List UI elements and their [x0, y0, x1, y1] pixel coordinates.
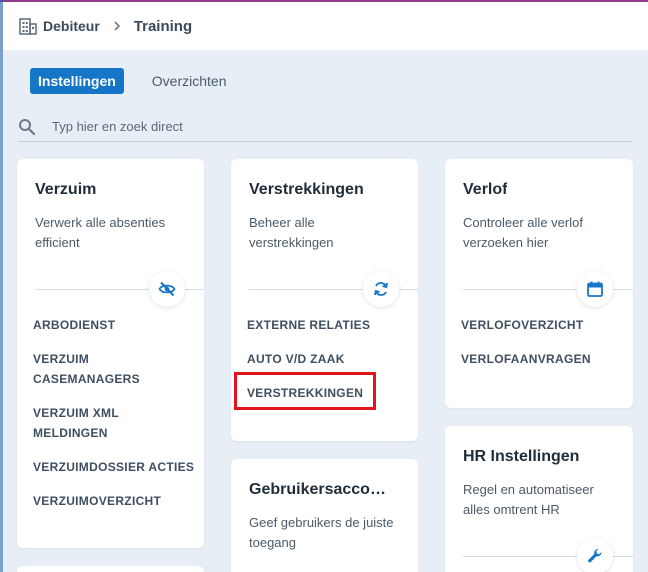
card-description: Beheer alle verstrekkingen	[249, 215, 334, 250]
card-description: Controleer alle verlof verzoeken hier	[463, 215, 583, 250]
chevron-right-icon	[112, 20, 122, 32]
card-title: Verlof	[463, 181, 508, 198]
sync-icon	[363, 271, 399, 307]
card-verzuim: Verzuim Verwerk alle absenties efficient…	[17, 159, 204, 548]
card-description: Verwerk alle absenties efficient	[35, 215, 166, 250]
card-title: HR Instellingen	[463, 448, 580, 465]
link-list: VERLOFOVERZICHT VERLOFAANVRAGEN	[461, 315, 591, 383]
card-verlof: Verlof Controleer alle verlof verzoeken …	[445, 159, 633, 408]
search-icon	[18, 118, 36, 136]
card-description: Geef gebruikers de juiste toegang	[249, 515, 394, 550]
search-bar	[18, 112, 633, 142]
search-input[interactable]	[52, 119, 552, 134]
breadcrumb-training: Training	[133, 17, 193, 35]
wrench-icon	[577, 538, 613, 572]
card-gebruikersaccounts: Gebruikersacco… Geef gebruikers de juist…	[231, 459, 418, 572]
highlight-box	[234, 372, 376, 410]
link-list: ARBODIENST VERZUIM CASEMANAGERS VERZUIM …	[33, 315, 194, 525]
link-externe-relaties[interactable]: EXTERNE RELATIES	[247, 315, 370, 335]
card-title: Verzuim	[35, 181, 97, 198]
link-verlofaanvragen[interactable]: VERLOFAANVRAGEN	[461, 349, 591, 369]
breadcrumb-debiteur[interactable]: Debiteur	[43, 18, 100, 34]
link-verzuimdossier-acties[interactable]: VERZUIMDOSSIER ACTIES	[33, 457, 194, 477]
card-description: Regel en automatiseer alles omtrent HR	[463, 482, 594, 517]
link-verzuim-casemanagers[interactable]: VERZUIM CASEMANAGERS	[33, 349, 143, 389]
link-verzuim-xml-meldingen[interactable]: VERZUIM XML MELDINGEN	[33, 403, 143, 443]
tab-bar: Instellingen Overzichten	[30, 68, 227, 94]
link-verlofoverzicht[interactable]: VERLOFOVERZICHT	[461, 315, 591, 335]
tab-instellingen[interactable]: Instellingen	[30, 68, 124, 94]
card-hr-instellingen: HR Instellingen Regel en automatiseer al…	[445, 426, 633, 572]
card-title: Verstrekkingen	[249, 181, 364, 198]
card-partial	[17, 566, 204, 572]
left-edge-strip	[0, 0, 3, 572]
breadcrumb: Debiteur Training	[3, 2, 648, 50]
calendar-icon	[577, 271, 613, 307]
link-verzuimoverzicht[interactable]: VERZUIMOVERZICHT	[33, 491, 194, 511]
eye-off-icon	[149, 271, 185, 307]
tab-overzichten[interactable]: Overzichten	[152, 73, 227, 89]
link-auto-vd-zaak[interactable]: AUTO V/D ZAAK	[247, 349, 370, 369]
building-icon	[19, 17, 37, 35]
card-title: Gebruikersacco…	[249, 481, 386, 498]
link-arbodienst[interactable]: ARBODIENST	[33, 315, 194, 335]
